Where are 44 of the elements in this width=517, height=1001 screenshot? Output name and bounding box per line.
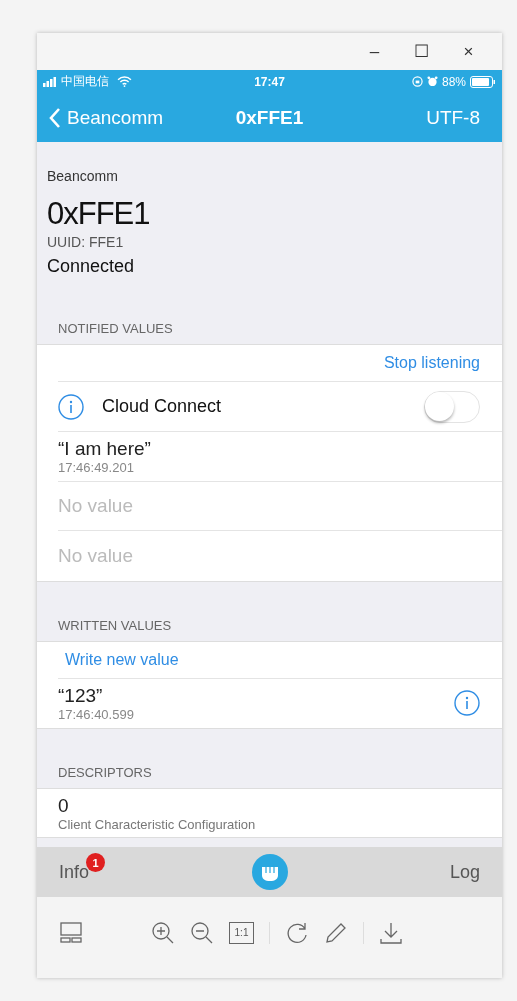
rotate-icon[interactable] (285, 920, 309, 945)
zoom-in-icon[interactable] (151, 920, 175, 945)
battery-icon (470, 75, 496, 88)
carrier-name: 中国电信 (61, 73, 109, 90)
info-icon[interactable] (58, 393, 84, 420)
wifi-icon (117, 76, 132, 87)
connection-status: Connected (47, 256, 136, 277)
value-timestamp: 17:46:40.599 (58, 706, 134, 722)
section-header: DESCRIPTORS (57, 765, 153, 782)
battery-percent: 88% (441, 74, 466, 89)
toggle-switch[interactable] (424, 390, 480, 423)
encoding-button[interactable]: UTF-8 (426, 106, 480, 129)
section-header: NOTIFIED VALUES (57, 321, 174, 338)
value-text: “I am here” (58, 437, 152, 460)
status-time: 17:47 (254, 74, 285, 89)
service-name: Beancomm (47, 168, 119, 184)
actual-size-button[interactable]: 1:1 (229, 921, 254, 944)
download-icon[interactable] (379, 920, 403, 945)
empty-value-text: No value (58, 544, 134, 567)
back-button[interactable]: Beancomm (49, 106, 164, 129)
alarm-icon (426, 76, 438, 87)
chevron-left-icon (49, 107, 61, 128)
toggle-label: Cloud Connect (102, 396, 223, 417)
signal-icon (43, 76, 57, 87)
maximize-button[interactable]: ☐ (398, 41, 445, 62)
uuid-text: UUID: FFE1 (47, 234, 125, 250)
value-timestamp: 17:46:49.201 (58, 459, 135, 475)
stop-listening-link[interactable]: Stop listening (383, 354, 480, 372)
layout-icon[interactable] (59, 920, 83, 945)
minimize-button[interactable]: – (351, 41, 398, 62)
nav-title: 0xFFE1 (235, 106, 304, 129)
log-tab[interactable]: Log (449, 861, 480, 883)
descriptor-value: 0 (58, 794, 70, 817)
descriptor-name: Client Characteristic Configuration (58, 816, 257, 832)
lock-rotation-icon (411, 76, 423, 87)
empty-value-text: No value (58, 494, 134, 517)
fist-logo-icon[interactable] (251, 854, 288, 890)
info-icon[interactable] (454, 690, 480, 717)
characteristic-name: 0xFFE1 (47, 196, 151, 232)
zoom-out-icon[interactable] (190, 920, 214, 945)
write-new-value-link[interactable]: Write new value (65, 650, 179, 669)
close-button[interactable]: × (445, 41, 492, 62)
section-header: WRITTEN VALUES (57, 617, 173, 635)
value-text: “123” (58, 684, 104, 707)
